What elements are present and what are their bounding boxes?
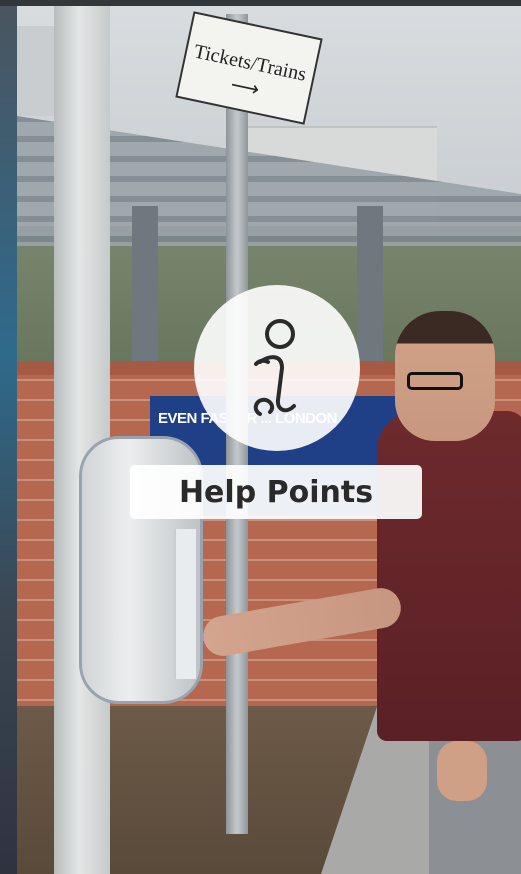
- help-points-label[interactable]: Help Points: [130, 465, 422, 519]
- glasses: [407, 372, 463, 390]
- person-hand: [437, 741, 487, 801]
- info-icon: [253, 319, 296, 416]
- info-icon-badge[interactable]: [194, 285, 360, 451]
- station-sign-text: Tickets/Trains ⟶: [191, 40, 309, 102]
- adjacent-tile-edge: [0, 6, 17, 874]
- help-points-title: Help Points: [178, 474, 374, 510]
- canopy-post: [132, 206, 158, 366]
- canopy-post: [357, 206, 383, 366]
- help-point-panel: [174, 529, 196, 679]
- help-points-tile[interactable]: EVEN FASTER ... LONDON Tickets/Trains ⟶ …: [0, 0, 521, 874]
- person-body: [377, 411, 521, 741]
- background-building: [17, 26, 57, 116]
